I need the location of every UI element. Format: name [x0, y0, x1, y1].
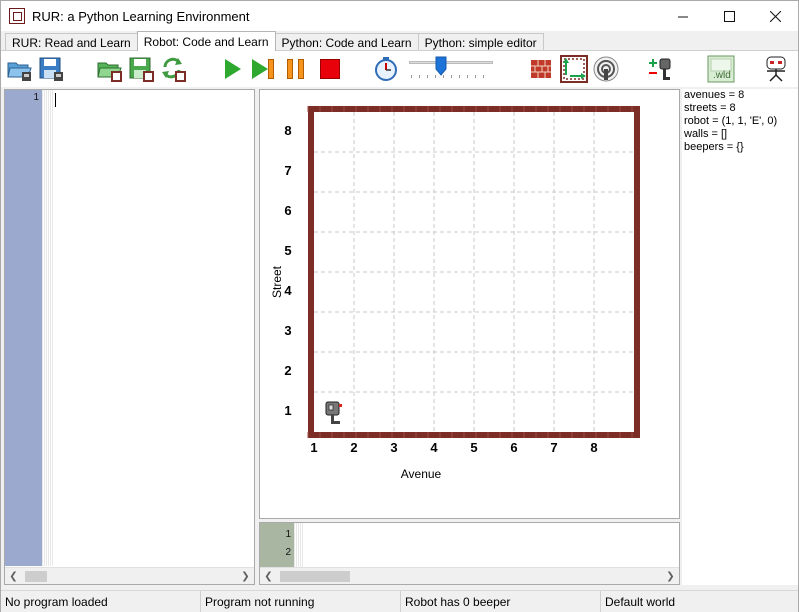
world-info-panel: avenues = 8 streets = 8 robot = (1, 1, '… [682, 89, 798, 585]
scroll-left-arrow-icon[interactable]: ❮ [260, 568, 277, 584]
world-grid: 1 2 3 4 5 6 7 8 1 2 3 4 5 6 7 8 Avenue Street [270, 106, 640, 481]
tab-bar: RUR: Read and Learn Robot: Code and Lear… [1, 31, 798, 52]
street-tick-label: 6 [284, 203, 291, 218]
robot-face-button[interactable] [761, 54, 791, 84]
avenue-tick-label: 5 [470, 440, 477, 455]
avenue-tick-label: 6 [510, 440, 517, 455]
open-program-icon [7, 62, 32, 81]
app-logo-icon [9, 8, 25, 24]
toolbar: .wld [1, 50, 798, 87]
info-beepers: beepers = {} [684, 141, 744, 153]
scroll-left-arrow-icon[interactable]: ❮ [5, 568, 22, 584]
status-bar: No program loaded Program not running Ro… [1, 590, 798, 612]
output-fold-margin [294, 523, 304, 567]
save-program-button[interactable] [37, 54, 67, 84]
avenue-tick-label: 1 [310, 440, 317, 455]
editor-line-gutter: 1 [5, 90, 42, 566]
info-streets: streets = 8 [684, 102, 736, 114]
step-button[interactable] [248, 54, 278, 84]
editor-line-number: 1 [33, 92, 39, 103]
timer-button[interactable] [371, 54, 401, 84]
x-axis-label: Avenue [401, 467, 442, 481]
street-tick-label: 1 [284, 403, 291, 418]
world-floor [314, 112, 634, 432]
street-tick-label: 2 [284, 363, 291, 378]
output-line-number: 1 [285, 529, 291, 540]
output-scroll-thumb[interactable] [280, 571, 350, 582]
save-world-button[interactable] [127, 54, 157, 84]
close-button[interactable] [752, 1, 798, 31]
output-console[interactable]: 1 2 ❮ ❯ [259, 522, 680, 585]
editor-scroll-thumb[interactable] [25, 571, 47, 582]
beepers-button[interactable] [591, 54, 621, 84]
tab-robot-code-and-learn[interactable]: Robot: Code and Learn [136, 31, 276, 51]
street-tick-label: 4 [284, 283, 292, 298]
add-robot-button[interactable] [645, 54, 675, 84]
status-world: Default world [605, 595, 676, 609]
code-editor[interactable]: 1 ❮ ❯ [4, 89, 255, 585]
street-tick-label: 8 [284, 123, 291, 138]
world-file-button[interactable]: .wld [704, 54, 738, 84]
beepers-icon [593, 56, 619, 82]
maximize-button[interactable] [706, 1, 752, 31]
reload-world-icon [162, 57, 186, 82]
street-tick-label: 3 [284, 323, 291, 338]
avenue-tick-label: 2 [350, 440, 357, 455]
speed-slider[interactable] [407, 56, 495, 79]
pause-button[interactable] [281, 54, 311, 84]
stop-button[interactable] [314, 54, 344, 84]
status-program: No program loaded [1, 591, 201, 612]
output-line-number: 2 [285, 547, 291, 558]
info-walls: walls = [] [684, 128, 728, 140]
avenue-tick-label: 3 [390, 440, 397, 455]
resize-world-icon [560, 55, 588, 83]
robot-face-icon [766, 56, 786, 82]
minimize-button[interactable] [660, 1, 706, 31]
world-file-label: .wld [713, 70, 731, 81]
speed-slider-thumb[interactable] [435, 56, 447, 76]
add-robot-icon [649, 58, 671, 80]
info-avenues: avenues = 8 [684, 89, 745, 101]
open-program-button[interactable] [5, 54, 35, 84]
text-caret [55, 93, 56, 107]
status-beepers: Robot has 0 beeper [401, 591, 601, 612]
walls-button[interactable] [527, 54, 557, 84]
timer-icon [375, 57, 397, 81]
maximize-icon [723, 10, 735, 22]
avenue-tick-label: 4 [430, 440, 438, 455]
window-title: RUR: a Python Learning Environment [32, 8, 250, 24]
run-icon [219, 56, 245, 82]
avenue-tick-label: 8 [590, 440, 597, 455]
open-world-icon [97, 62, 122, 82]
output-horizontal-scrollbar[interactable]: ❮ ❯ [260, 567, 679, 584]
walls-icon [531, 60, 551, 78]
title-bar: RUR: a Python Learning Environment [1, 1, 798, 31]
robot-world-canvas[interactable]: 1 2 3 4 5 6 7 8 1 2 3 4 5 6 7 8 Avenue Street [259, 89, 680, 519]
scroll-right-arrow-icon[interactable]: ❯ [237, 568, 254, 584]
window-controls [660, 1, 798, 31]
editor-fold-margin [42, 90, 54, 566]
stop-icon [316, 56, 342, 82]
reload-world-button[interactable] [159, 54, 189, 84]
y-axis-label: Street [270, 265, 284, 298]
minimize-icon [677, 16, 688, 17]
street-tick-label: 5 [284, 243, 291, 258]
pause-icon [283, 56, 309, 82]
editor-horizontal-scrollbar[interactable]: ❮ ❯ [5, 567, 254, 584]
open-world-button[interactable] [95, 54, 125, 84]
info-robot: robot = (1, 1, 'E', 0) [684, 115, 778, 127]
avenue-tick-label: 7 [550, 440, 557, 455]
run-button[interactable] [217, 54, 247, 84]
app-window: RUR: a Python Learning Environment RUR: … [0, 0, 799, 612]
output-line-gutter: 1 2 [260, 523, 294, 567]
step-icon [250, 56, 276, 82]
save-world-icon [129, 57, 154, 82]
scroll-right-arrow-icon[interactable]: ❯ [662, 568, 679, 584]
resize-world-button[interactable] [559, 54, 589, 84]
save-program-icon [39, 57, 63, 81]
status-running: Program not running [201, 591, 401, 612]
street-tick-label: 7 [284, 163, 291, 178]
close-icon [769, 10, 781, 22]
